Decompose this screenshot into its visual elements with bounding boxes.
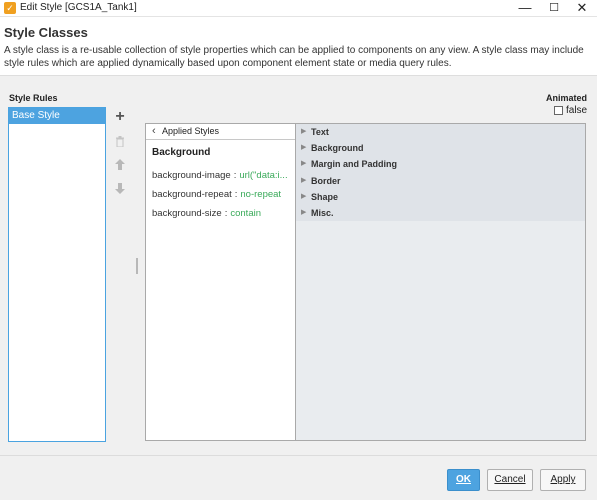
arrow-up-icon	[115, 159, 125, 170]
applied-styles-title: Applied Styles	[162, 126, 220, 136]
applied-styles-column: ‹ Applied Styles Background background-i…	[146, 124, 296, 440]
category-list: ▶ Text ▶ Background ▶ Margin and Padding ▶ B…	[296, 124, 585, 222]
ignition-icon: ✓	[4, 2, 16, 14]
caret-right-icon: ▶	[301, 192, 307, 200]
apply-button[interactable]: Apply	[540, 469, 586, 491]
trash-icon	[116, 136, 124, 148]
caret-right-icon: ▶	[301, 144, 307, 152]
category-misc[interactable]: ▶ Misc.	[296, 205, 585, 221]
style-categories-column: ▶ Text ▶ Background ▶ Margin and Padding ▶ B…	[296, 124, 585, 440]
cancel-button[interactable]: Cancel	[487, 469, 533, 491]
style-editor-panel: ‹ Applied Styles Background background-i…	[145, 123, 586, 441]
rule-item-base-style[interactable]: Base Style	[9, 108, 105, 124]
maximize-button[interactable]: ☐	[540, 0, 568, 17]
style-rules-label: Style Rules	[9, 93, 58, 103]
applied-group-title: Background	[152, 147, 211, 158]
category-background[interactable]: ▶ Background	[296, 140, 585, 156]
footer-divider	[0, 455, 597, 456]
property-row[interactable]: background-size: contain	[152, 208, 261, 219]
add-rule-button[interactable]: +	[114, 109, 126, 125]
header: Style Classes A style class is a re-usab…	[0, 17, 597, 76]
property-value: no-repeat	[240, 189, 282, 200]
animated-value: false	[566, 105, 588, 116]
page-description: A style class is a re-usable collection …	[4, 45, 584, 69]
property-row[interactable]: background-image: url("data:i...	[152, 170, 288, 181]
arrow-down-icon	[115, 183, 125, 194]
category-border[interactable]: ▶ Border	[296, 173, 585, 189]
animated-checkbox[interactable]	[554, 106, 563, 115]
property-value: url("data:i...	[239, 170, 288, 181]
property-key: background-size	[152, 208, 222, 219]
move-down-button[interactable]	[114, 183, 126, 195]
property-key: background-repeat	[152, 189, 232, 200]
property-row[interactable]: background-repeat: no-repeat	[152, 189, 281, 200]
category-margin-padding[interactable]: ▶ Margin and Padding	[296, 156, 585, 172]
property-key: background-image	[152, 170, 231, 181]
animated-label: Animated	[546, 93, 588, 103]
ok-button[interactable]: OK	[447, 469, 480, 491]
category-text[interactable]: ▶ Text	[296, 124, 585, 140]
applied-styles-header[interactable]: ‹ Applied Styles	[146, 124, 295, 140]
caret-right-icon: ▶	[301, 176, 307, 184]
minimize-button[interactable]: —	[511, 0, 539, 17]
delete-rule-button[interactable]	[114, 136, 126, 148]
category-shape[interactable]: ▶ Shape	[296, 189, 585, 205]
close-button[interactable]: ✕	[568, 0, 596, 17]
caret-right-icon: ▶	[301, 208, 307, 216]
page-title: Style Classes	[4, 25, 88, 40]
title-bar: ✓ Edit Style [GCS1A_Tank1] — ☐ ✕	[0, 0, 597, 17]
splitter-handle[interactable]	[136, 258, 138, 274]
caret-right-icon: ▶	[301, 128, 307, 135]
move-up-button[interactable]	[114, 159, 126, 171]
window-title: Edit Style [GCS1A_Tank1]	[20, 2, 137, 13]
caret-right-icon: ▶	[301, 160, 307, 168]
property-value: contain	[230, 208, 261, 219]
chevron-left-icon[interactable]: ‹	[152, 124, 156, 139]
style-rules-list[interactable]: Base Style	[8, 107, 106, 442]
